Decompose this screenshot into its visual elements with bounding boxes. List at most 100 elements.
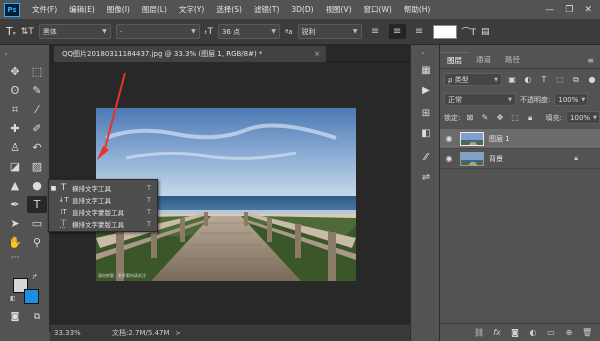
delete-layer-icon[interactable]: 🗑︎ bbox=[582, 328, 592, 337]
tab-paths[interactable]: 路径 bbox=[498, 52, 527, 68]
dodge-tool-icon[interactable]: ● bbox=[27, 177, 47, 194]
opacity-field[interactable]: 100% ▼ bbox=[554, 93, 589, 106]
flyout-item-horizontal-type-mask[interactable]: T 横排文字蒙版工具 T bbox=[49, 218, 159, 230]
filter-adjustment-icon[interactable]: ◐ bbox=[522, 74, 534, 86]
visibility-eye-icon[interactable]: ◉ bbox=[440, 154, 458, 163]
actions-panel-icon[interactable]: ▶ bbox=[417, 82, 435, 98]
menu-layer[interactable]: 图层(L) bbox=[136, 0, 173, 19]
flyout-item-vertical-type-mask[interactable]: ⁞T 直排文字蒙版工具 T bbox=[49, 206, 159, 218]
menu-3d[interactable]: 3D(D) bbox=[285, 0, 319, 19]
adjustment-layer-icon[interactable]: ◐ bbox=[528, 328, 538, 337]
dock-collapse-icon[interactable]: « bbox=[421, 50, 425, 57]
lock-position-icon[interactable]: ✥ bbox=[494, 112, 505, 124]
status-menu-arrow-icon[interactable]: > bbox=[176, 330, 181, 337]
layer-name[interactable]: 图层 1 bbox=[489, 134, 510, 144]
flyout-item-vertical-type[interactable]: ↓T 直排文字工具 T bbox=[49, 194, 159, 206]
new-group-icon[interactable]: ▭ bbox=[546, 328, 556, 337]
flyout-item-horizontal-type[interactable]: ■ T 横排文字工具 T bbox=[49, 182, 159, 194]
quick-mask-icon[interactable]: ◙ bbox=[5, 308, 25, 325]
link-layers-icon[interactable]: ⛓ bbox=[474, 328, 484, 337]
adjustments-panel-icon[interactable]: ◧ bbox=[417, 125, 435, 141]
tab-channels[interactable]: 通道 bbox=[469, 52, 498, 68]
menu-filter[interactable]: 滤镜(T) bbox=[248, 0, 285, 19]
layer-row-layer1[interactable]: ◉ 图层 1 bbox=[440, 129, 600, 149]
marquee-tool-icon[interactable]: ⬚ bbox=[27, 63, 47, 80]
menu-image[interactable]: 图像(I) bbox=[101, 0, 136, 19]
hand-tool-icon[interactable]: ✋ bbox=[5, 234, 25, 251]
eyedropper-tool-icon[interactable]: ⁄ bbox=[27, 101, 47, 118]
zoom-tool-icon[interactable]: ⚲ bbox=[27, 234, 47, 251]
ps-logo[interactable]: Ps bbox=[4, 2, 20, 17]
font-size-select[interactable]: 36 点 ▼ bbox=[217, 24, 280, 39]
filter-smart-object-icon[interactable]: ⧉ bbox=[570, 74, 582, 86]
layer-name[interactable]: 背景 bbox=[489, 154, 503, 164]
healing-brush-tool-icon[interactable]: ✚ bbox=[5, 120, 25, 137]
menu-view[interactable]: 视图(V) bbox=[320, 0, 358, 19]
filter-toggle-icon[interactable]: ● bbox=[586, 74, 598, 86]
filter-type-icon[interactable]: T bbox=[538, 74, 550, 86]
minimize-icon[interactable]: — bbox=[545, 5, 554, 15]
tool-presets-panel-icon[interactable]: ⇌ bbox=[417, 169, 435, 185]
font-family-select[interactable]: 黑体 ▼ bbox=[38, 24, 111, 39]
brush-settings-panel-icon[interactable]: ⁄⁄ bbox=[417, 149, 435, 165]
lasso-tool-icon[interactable]: ʘ bbox=[5, 82, 25, 99]
zoom-level[interactable]: 33.33% bbox=[50, 329, 108, 337]
align-center-button[interactable]: ≡ bbox=[388, 24, 406, 39]
layer-filter-kind-select[interactable]: ρ 类型 ▼ bbox=[444, 73, 502, 86]
filter-shape-icon[interactable]: ⬚ bbox=[554, 74, 566, 86]
add-mask-icon[interactable]: ◙ bbox=[510, 328, 520, 337]
background-color-swatch[interactable] bbox=[24, 289, 39, 304]
lock-all-icon[interactable]: 🔒︎ bbox=[525, 112, 536, 124]
menu-select[interactable]: 选择(S) bbox=[210, 0, 248, 19]
brush-tool-icon[interactable]: ✐ bbox=[27, 120, 47, 137]
lock-transparent-icon[interactable]: ⊠ bbox=[464, 112, 475, 124]
font-style-select[interactable]: - ▼ bbox=[115, 24, 200, 39]
text-color-swatch[interactable] bbox=[432, 24, 457, 39]
panel-collapse-icon[interactable]: » bbox=[4, 51, 8, 58]
anti-alias-select[interactable]: 锐利 ▼ bbox=[297, 24, 362, 39]
type-tool-icon[interactable]: T bbox=[27, 196, 47, 213]
close-tab-icon[interactable]: × bbox=[314, 50, 320, 58]
menu-edit[interactable]: 编辑(E) bbox=[63, 0, 101, 19]
character-panel-icon[interactable]: ▤ bbox=[481, 27, 490, 37]
menu-file[interactable]: 文件(F) bbox=[26, 0, 63, 19]
rectangle-tool-icon[interactable]: ▭ bbox=[27, 215, 47, 232]
align-right-button[interactable]: ≡ bbox=[411, 24, 428, 39]
blend-mode-select[interactable]: 正常 ▼ bbox=[444, 93, 516, 106]
layer-row-background[interactable]: ◉ 背景 🔒︎ bbox=[440, 149, 600, 169]
visibility-eye-icon[interactable]: ◉ bbox=[440, 134, 458, 143]
panel-menu-icon[interactable]: ≡ bbox=[587, 56, 594, 65]
history-panel-icon[interactable]: ▦ bbox=[417, 62, 435, 78]
lock-artboard-icon[interactable]: ⬚ bbox=[510, 112, 521, 124]
menu-help[interactable]: 帮助(H) bbox=[398, 0, 437, 19]
close-icon[interactable]: ✕ bbox=[584, 5, 592, 15]
lock-image-icon[interactable]: ✎ bbox=[479, 112, 490, 124]
swap-colors-icon[interactable]: ↱ bbox=[32, 273, 38, 281]
new-layer-icon[interactable]: ⊕ bbox=[564, 328, 574, 337]
text-orientation-toggle-icon[interactable]: ⇅T bbox=[21, 27, 34, 37]
crop-tool-icon[interactable]: ⌗ bbox=[5, 101, 25, 118]
layer-style-icon[interactable]: fx bbox=[492, 328, 502, 337]
type-tool-preset-icon[interactable]: T▾ bbox=[6, 25, 16, 38]
screen-mode-icon[interactable]: ⧉ bbox=[27, 308, 47, 325]
clone-stamp-tool-icon[interactable]: ♙ bbox=[5, 139, 25, 156]
align-left-button[interactable]: ≡ bbox=[367, 24, 384, 39]
eraser-tool-icon[interactable]: ◪ bbox=[5, 158, 25, 175]
properties-panel-icon[interactable]: ⊞ bbox=[417, 105, 435, 121]
quick-select-tool-icon[interactable]: ✎ bbox=[27, 82, 47, 99]
menu-type[interactable]: 文字(Y) bbox=[173, 0, 210, 19]
gradient-tool-icon[interactable]: ▨ bbox=[27, 158, 47, 175]
warp-text-icon[interactable]: ⌒T bbox=[462, 25, 477, 38]
history-brush-tool-icon[interactable]: ↶ bbox=[27, 139, 47, 156]
default-colors-icon[interactable]: ◧ bbox=[10, 295, 16, 302]
filter-pixel-icon[interactable]: ▣ bbox=[506, 74, 518, 86]
blur-tool-icon[interactable]: ▲ bbox=[5, 177, 25, 194]
pen-tool-icon[interactable]: ✒ bbox=[5, 196, 25, 213]
path-selection-tool-icon[interactable]: ➤ bbox=[5, 215, 25, 232]
tab-layers[interactable]: 图层 bbox=[440, 52, 469, 68]
move-tool-icon[interactable]: ✥ bbox=[5, 63, 25, 80]
menu-window[interactable]: 窗口(W) bbox=[358, 0, 398, 19]
fill-field[interactable]: 100% ▼ bbox=[566, 111, 600, 124]
restore-icon[interactable]: ❐ bbox=[565, 5, 573, 15]
document-tab[interactable]: QQ图片20180311184437.jpg @ 33.3% (图层 1, RG… bbox=[54, 46, 326, 62]
